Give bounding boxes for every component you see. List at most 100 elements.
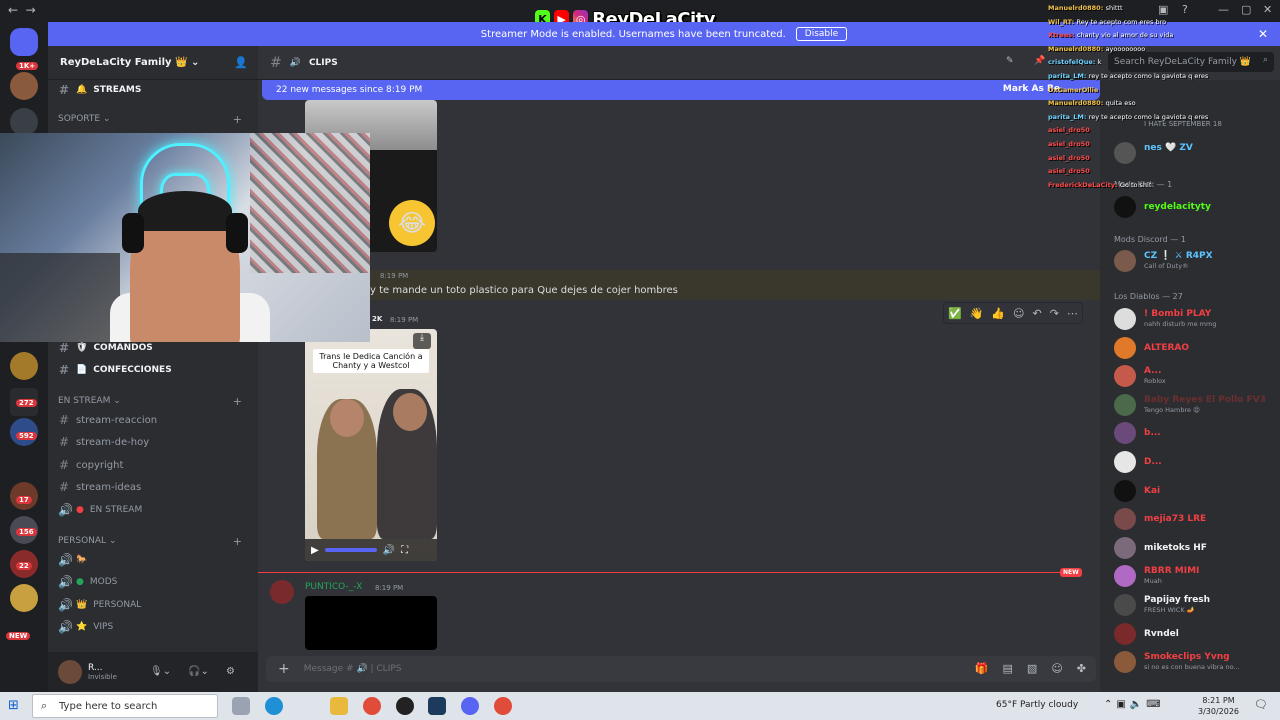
stream-chat-line: Manuelrd0880: shittt xyxy=(1048,4,1228,18)
discord-icon[interactable] xyxy=(461,697,479,715)
reply-icon[interactable]: ↶ xyxy=(1033,307,1042,320)
member-item[interactable]: Baby Reyes El Pollo FV3 Tengo Hambre 😫 xyxy=(1114,392,1278,416)
video-attachment[interactable]: Trans le Dedica Canción a Chanty y a Wes… xyxy=(305,329,437,561)
member-item[interactable]: ! Bombi PLAY nahh disturb me mmg xyxy=(1114,306,1278,330)
check-reaction-icon[interactable]: ✅ xyxy=(948,307,962,320)
clock[interactable]: 8:21 PM 3/30/2026 xyxy=(1198,695,1239,717)
add-channel-icon[interactable]: + xyxy=(233,535,242,548)
voice-personal[interactable]: 🔊 👑 PERSONAL xyxy=(58,595,248,615)
new-messages-bar[interactable]: 22 new messages since 8:19 PM Mark As Re xyxy=(262,80,1100,100)
member-name: RBRR MIMI xyxy=(1144,566,1200,577)
add-channel-icon[interactable]: + xyxy=(233,395,242,408)
more-icon[interactable]: ⋯ xyxy=(1067,307,1078,320)
member-item[interactable]: mejia73 LRE xyxy=(1114,506,1278,531)
server-icon[interactable] xyxy=(10,72,38,100)
steam-icon[interactable] xyxy=(428,697,446,715)
server-icon[interactable] xyxy=(10,108,38,136)
maximize-icon[interactable]: ▢ xyxy=(1241,3,1251,16)
rail-badge: 592 xyxy=(16,432,37,440)
member-item[interactable]: Rvndel xyxy=(1114,621,1278,645)
member-item[interactable]: D... xyxy=(1114,449,1278,473)
settings-gear-icon[interactable]: ⚙ xyxy=(226,666,235,677)
member-item[interactable]: ALTERAO xyxy=(1114,335,1278,359)
server-icon[interactable] xyxy=(10,584,38,612)
close-window-icon[interactable]: ✕ xyxy=(1263,3,1272,16)
channel-stream-de-hoy[interactable]: # stream-de-hoy xyxy=(58,432,248,452)
back-arrow-icon[interactable]: ← → xyxy=(8,3,36,17)
category-en-stream[interactable]: EN STREAM ⌄ + xyxy=(58,395,248,408)
weather-widget[interactable]: 65°F Partly cloudy xyxy=(996,700,1078,710)
member-item[interactable]: reydelacityty xyxy=(1114,194,1278,218)
stream-chat-line: Wil_RT: Rey te acepto com eres bro xyxy=(1048,18,1228,32)
member-item[interactable]: Papijay fresh FRESH WICK 🪔 xyxy=(1114,592,1278,616)
chrome-icon[interactable] xyxy=(363,697,381,715)
emoji-icon[interactable]: ☺ xyxy=(1051,662,1062,675)
gif-icon[interactable]: ▤ xyxy=(1003,662,1013,675)
channel-stream-reaccion[interactable]: # stream-reaccion xyxy=(58,410,248,430)
add-reaction-icon[interactable]: ☺ xyxy=(1013,307,1024,320)
channel-label: EN STREAM xyxy=(89,505,143,515)
volume-slider[interactable] xyxy=(324,548,377,552)
disable-button[interactable]: Disable xyxy=(795,27,848,41)
invite-icon[interactable]: 👤 xyxy=(234,56,248,69)
headphones-icon[interactable]: 🎧⌄ xyxy=(188,666,209,677)
channel-stream-ideas[interactable]: # stream-ideas xyxy=(58,477,248,497)
member-item[interactable]: CZ ❕ ⚔ R4PX Call of Duty® xyxy=(1114,248,1278,272)
system-tray-icons[interactable]: ⌃▣🔈⌨ xyxy=(1104,699,1165,710)
attach-plus-icon[interactable]: + xyxy=(278,661,290,677)
channel-confecciones[interactable]: # 📄 CONFECCIONES xyxy=(58,360,248,380)
member-item[interactable]: A... Roblox xyxy=(1114,363,1278,388)
channel-copyright[interactable]: # copyright xyxy=(58,455,248,475)
voice-channel[interactable]: 🔊 🐎 xyxy=(58,550,248,570)
new-messages-text: 22 new messages since 8:19 PM xyxy=(276,85,423,95)
thumbs-up-reaction-icon[interactable]: 👍 xyxy=(991,307,1005,320)
download-icon[interactable]: ⤓ xyxy=(413,333,431,349)
member-status: Roblox xyxy=(1144,377,1166,386)
chrome-icon[interactable] xyxy=(494,697,512,715)
guild-header[interactable]: ReyDeLaCity Family 👑 ⌄ 👤 xyxy=(48,46,258,80)
message-author[interactable]: 2K xyxy=(372,315,382,323)
threads-icon[interactable]: ✎ xyxy=(1006,56,1014,66)
play-icon[interactable]: ▶ xyxy=(311,545,319,556)
message-author[interactable]: PUNTICO-_-X xyxy=(305,582,362,592)
forward-icon[interactable]: ↷ xyxy=(1050,307,1059,320)
windows-start-icon[interactable]: ⊞ xyxy=(8,698,19,713)
sticker-icon[interactable]: ▧ xyxy=(1027,662,1037,675)
voice-mods[interactable]: 🔊 ● MODS xyxy=(58,572,248,592)
hash-icon: # xyxy=(58,363,70,377)
wave-reaction-icon[interactable]: 👋 xyxy=(970,307,984,320)
member-item[interactable]: Smokeclips Yvng si no es con buena vibra … xyxy=(1114,649,1278,674)
task-view-icon[interactable] xyxy=(232,697,250,715)
voice-en-stream[interactable]: 🔊 ● EN STREAM xyxy=(58,500,248,520)
server-icon[interactable] xyxy=(10,352,38,380)
banner-close-icon[interactable]: ✕ xyxy=(1258,27,1268,41)
member-item[interactable]: b... xyxy=(1114,420,1278,445)
message-composer[interactable]: + Message # 🔊 | CLIPS 🎁 ▤ ▧ ☺ ✤ xyxy=(266,656,1096,682)
notifications-icon[interactable]: 🗨 xyxy=(1254,698,1268,711)
member-item[interactable]: Kai xyxy=(1114,478,1278,502)
banner-text: Streamer Mode is enabled. Usernames have… xyxy=(480,28,786,40)
stream-chat-line: FrederickDeLaCity: Go to shit xyxy=(1048,181,1228,195)
apps-icon[interactable]: ✤ xyxy=(1077,662,1086,675)
taskbar-search-input[interactable]: ⌕ Type here to search xyxy=(32,694,218,718)
add-channel-icon[interactable]: + xyxy=(233,113,242,126)
home-server-icon[interactable] xyxy=(10,28,38,56)
fullscreen-icon[interactable]: ⛶ xyxy=(401,545,408,556)
avatar[interactable] xyxy=(58,660,82,684)
channel-label: PERSONAL xyxy=(93,600,142,610)
volume-icon[interactable]: 🔊 xyxy=(383,545,395,556)
image-attachment[interactable] xyxy=(305,596,437,650)
member-item[interactable]: miketoks HF xyxy=(1114,535,1278,559)
category-personal[interactable]: PERSONAL ⌄ + xyxy=(58,535,248,548)
channel-streams[interactable]: # 🔔 STREAMS xyxy=(58,80,248,100)
obs-icon[interactable] xyxy=(396,697,414,715)
mic-icon[interactable]: 🎙⌄ xyxy=(150,666,171,677)
file-explorer-icon[interactable] xyxy=(330,697,348,715)
voice-vips[interactable]: 🔊 ⭐ VIPS xyxy=(58,617,248,637)
pin-icon[interactable]: 📌 xyxy=(1034,56,1045,66)
category-soporte[interactable]: SOPORTE ⌄ + xyxy=(58,113,248,126)
edge-icon[interactable] xyxy=(265,697,283,715)
avatar[interactable] xyxy=(270,580,294,604)
member-item[interactable]: RBRR MIMI Muah xyxy=(1114,563,1278,588)
gift-icon[interactable]: 🎁 xyxy=(975,662,989,675)
